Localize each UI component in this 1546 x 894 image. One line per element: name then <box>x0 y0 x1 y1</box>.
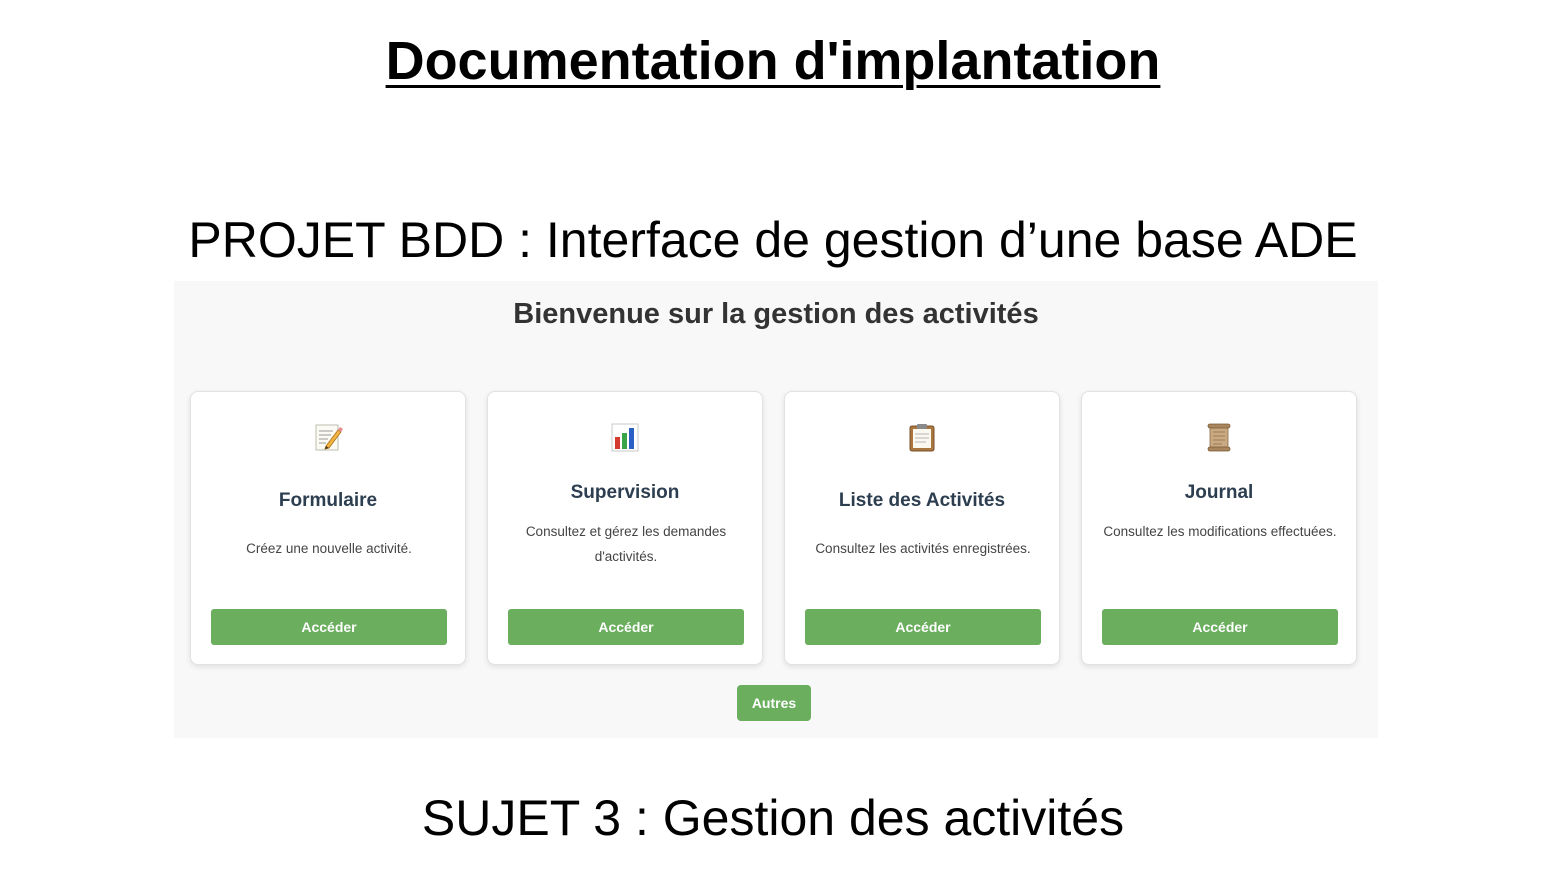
acceder-button-journal[interactable]: Accéder <box>1102 609 1338 645</box>
card-title: Supervision <box>570 482 680 503</box>
app-screenshot: Bienvenue sur la gestion des activités F… <box>174 281 1378 738</box>
card-title: Formulaire <box>278 490 378 511</box>
subject-title: SUJET 3 : Gestion des activités <box>421 790 1125 846</box>
autres-button[interactable]: Autres <box>737 685 811 721</box>
card-title: Liste des Activités <box>838 490 1006 511</box>
document-page: Documentation d'implantation PROJET BDD … <box>0 0 1546 894</box>
scroll-icon <box>1082 422 1356 452</box>
clipboard-icon <box>785 422 1059 452</box>
acceder-button-formulaire[interactable]: Accéder <box>211 609 447 645</box>
welcome-heading: Bienvenue sur la gestion des activités <box>513 298 1039 330</box>
card-description: Consultez et gérez les demandes d'activi… <box>525 524 727 564</box>
card-description: Créez une nouvelle activité. <box>246 541 412 556</box>
acceder-button-supervision[interactable]: Accéder <box>508 609 744 645</box>
memo-pencil-icon <box>191 422 465 452</box>
acceder-button-liste-activites[interactable]: Accéder <box>805 609 1041 645</box>
card-liste-activites: Liste des Activités Consultez les activi… <box>784 391 1060 665</box>
bar-chart-icon <box>488 422 762 452</box>
card-title: Journal <box>1184 482 1254 503</box>
card-description: Consultez les modifications effectuées. <box>1103 524 1337 539</box>
project-title: PROJET BDD : Interface de gestion d’une … <box>188 212 1358 268</box>
card-journal: Journal Consultez les modifications effe… <box>1081 391 1357 665</box>
card-supervision: Supervision Consultez et gérez les deman… <box>487 391 763 665</box>
document-title: Documentation d'implantation <box>385 31 1161 91</box>
card-description: Consultez les activités enregistrées. <box>815 541 1031 556</box>
card-formulaire: Formulaire Créez une nouvelle activité. … <box>190 391 466 665</box>
